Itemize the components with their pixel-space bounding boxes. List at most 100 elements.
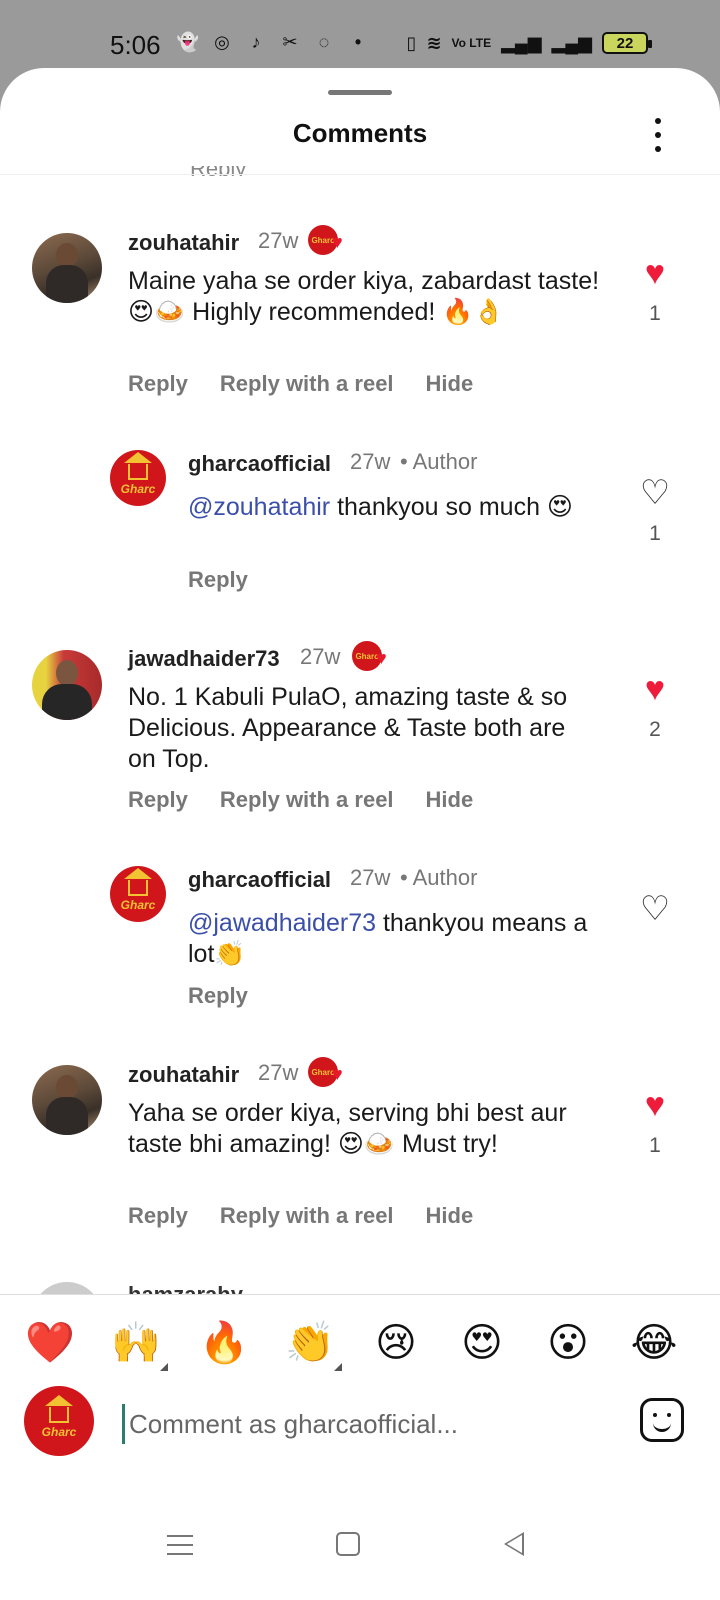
heart-filled-icon[interactable]: ♥ bbox=[630, 672, 680, 706]
recent-apps-icon[interactable] bbox=[160, 1532, 200, 1558]
sheet-header: Comments bbox=[0, 108, 720, 168]
emoji-crying-face[interactable]: 😢 bbox=[368, 1315, 424, 1371]
notification-icons: 👻 ◎ ♪ ✂ ◌ • bbox=[176, 30, 370, 54]
heart-icon: ♥ bbox=[332, 232, 343, 252]
dot-icon: • bbox=[354, 31, 362, 52]
heart-outline-icon[interactable]: ♡ bbox=[630, 892, 680, 926]
reply-time: 27w bbox=[350, 449, 391, 474]
comment-actions: Reply Reply with a reel Hide bbox=[128, 787, 473, 813]
author-liked-badge: Gharc ♥ bbox=[352, 641, 396, 671]
battery-icon: 22 bbox=[602, 32, 652, 54]
like-control[interactable]: ♥ 1 bbox=[630, 256, 680, 326]
comment-text: No. 1 Kabuli PulaO, amazing taste & so D… bbox=[128, 683, 568, 773]
snapchat-icon: 👻 bbox=[176, 31, 200, 52]
emoji-tears-of-joy[interactable]: 😂 bbox=[626, 1315, 682, 1371]
reaction-emoji-bar: ❤️ 🙌 🔥 👏 😢 😍 😮 😂 bbox=[0, 1294, 720, 1384]
avatar[interactable]: Gharc bbox=[110, 450, 166, 506]
reply-body: thankyou so much 😍 bbox=[330, 493, 573, 521]
instagram-icon: ◎ bbox=[214, 31, 230, 52]
reply-button[interactable]: Reply bbox=[188, 983, 248, 1009]
mention-link[interactable]: @zouhatahir bbox=[188, 493, 330, 521]
back-icon[interactable] bbox=[494, 1524, 534, 1564]
like-count: 1 bbox=[649, 522, 661, 545]
app-icon: ◌ bbox=[318, 31, 330, 52]
heart-icon: ♥ bbox=[376, 648, 387, 668]
network-label: Vo LTE bbox=[451, 36, 492, 50]
capcut-icon: ✂ bbox=[282, 31, 298, 52]
heart-filled-icon[interactable]: ♥ bbox=[630, 256, 680, 290]
hide-button[interactable]: Hide bbox=[426, 787, 474, 813]
hide-button[interactable]: Hide bbox=[426, 371, 474, 397]
reply-button[interactable]: Reply bbox=[128, 371, 188, 397]
vibrate-icon: ▯ bbox=[406, 32, 417, 53]
emoji-heart-eyes[interactable]: 😍 bbox=[454, 1315, 510, 1371]
like-control[interactable]: ♥ 1 bbox=[630, 1088, 680, 1158]
like-count: 2 bbox=[649, 718, 661, 741]
reply-text: @zouhatahir thankyou so much 😍 bbox=[188, 492, 608, 523]
author-liked-badge: Gharc ♥ bbox=[308, 1057, 352, 1087]
signal-icon-2: ▂▄▆ bbox=[551, 32, 592, 53]
wifi-icon: ≋ bbox=[426, 32, 442, 53]
reply-with-reel-button[interactable]: Reply with a reel bbox=[220, 1203, 394, 1229]
system-nav-bar bbox=[0, 1508, 720, 1600]
comment-username[interactable]: zouhatahir bbox=[128, 1062, 239, 1088]
avatar[interactable]: Gharc bbox=[110, 866, 166, 922]
comment-username[interactable]: jawadhaider73 bbox=[128, 646, 280, 672]
comments-sheet: Comments Reply zouhatahir 27w Gharc ♥ Ma… bbox=[0, 68, 720, 1600]
author-label: • Author bbox=[400, 449, 478, 474]
battery-level: 22 bbox=[616, 34, 634, 52]
like-control[interactable]: ♡ 1 bbox=[630, 476, 680, 546]
reply-button[interactable]: Reply bbox=[128, 787, 188, 813]
cut-off-avatar bbox=[32, 1282, 102, 1294]
sheet-title: Comments bbox=[292, 118, 428, 148]
author-label: • Author bbox=[400, 865, 478, 890]
avatar[interactable] bbox=[32, 650, 102, 720]
comment-text: Maine yaha se order kiya, zabardast tast… bbox=[128, 267, 600, 326]
more-vertical-icon[interactable] bbox=[652, 118, 664, 152]
reply-button[interactable]: Reply bbox=[128, 1203, 188, 1229]
emoji-surprised-face[interactable]: 😮 bbox=[540, 1315, 596, 1371]
reply-username[interactable]: gharcaofficial bbox=[188, 867, 331, 893]
tiktok-icon: ♪ bbox=[251, 31, 261, 52]
emoji-fire[interactable]: 🔥 bbox=[196, 1315, 252, 1371]
author-liked-badge: Gharc ♥ bbox=[308, 225, 352, 255]
emoji-raising-hands[interactable]: 🙌 bbox=[108, 1315, 168, 1371]
cut-off-username: hamzarahy 22w bbox=[128, 1282, 328, 1294]
header-divider bbox=[0, 174, 720, 175]
comment-actions: Reply Reply with a reel Hide bbox=[128, 1203, 473, 1229]
like-control[interactable]: ♥ 2 bbox=[630, 672, 680, 742]
comment-actions: Reply Reply with a reel Hide bbox=[128, 371, 473, 397]
comment-username[interactable]: zouhatahir bbox=[128, 230, 239, 256]
status-bar: 5:06 👻 ◎ ♪ ✂ ◌ • ▯ ≋ Vo LTE ▂▄▆ ▂▄▆ 22 bbox=[0, 0, 720, 68]
signal-icon: ▂▄▆ bbox=[501, 32, 542, 53]
reply-with-reel-button[interactable]: Reply with a reel bbox=[220, 371, 394, 397]
heart-filled-icon[interactable]: ♥ bbox=[630, 1088, 680, 1122]
reply-button[interactable]: Reply bbox=[188, 567, 248, 593]
system-icons: ▯ ≋ Vo LTE ▂▄▆ ▂▄▆ 22 bbox=[406, 32, 652, 54]
comment-time: 27w bbox=[300, 644, 341, 669]
heart-outline-icon[interactable]: ♡ bbox=[630, 476, 680, 510]
hide-button[interactable]: Hide bbox=[426, 1203, 474, 1229]
status-time: 5:06 bbox=[110, 30, 161, 60]
comment-time: 27w bbox=[258, 228, 299, 253]
like-control[interactable]: ♡ bbox=[630, 892, 680, 938]
reply-with-reel-button[interactable]: Reply with a reel bbox=[220, 787, 394, 813]
home-icon[interactable] bbox=[328, 1524, 368, 1564]
reply-time: 27w bbox=[350, 865, 391, 890]
comment-time: 27w bbox=[258, 1060, 299, 1085]
emoji-clapping-hands[interactable]: 👏 bbox=[282, 1315, 342, 1371]
drag-handle[interactable] bbox=[328, 90, 392, 95]
mention-link[interactable]: @jawadhaider73 bbox=[188, 909, 376, 937]
reply-text: @jawadhaider73 thankyou means a lot👏 bbox=[188, 908, 588, 970]
comment-composer: Gharc bbox=[0, 1384, 720, 1484]
reply-actions: Reply bbox=[188, 983, 248, 1009]
sticker-icon[interactable] bbox=[640, 1398, 684, 1442]
like-count: 1 bbox=[649, 302, 661, 325]
comment-input[interactable] bbox=[122, 1404, 592, 1444]
emoji-red-heart[interactable]: ❤️ bbox=[22, 1315, 78, 1371]
avatar[interactable] bbox=[32, 233, 102, 303]
reply-username[interactable]: gharcaofficial bbox=[188, 451, 331, 477]
comment-text: Yaha se order kiya, serving bhi best aur… bbox=[128, 1099, 567, 1158]
avatar[interactable] bbox=[32, 1065, 102, 1135]
reply-actions: Reply bbox=[188, 567, 248, 593]
